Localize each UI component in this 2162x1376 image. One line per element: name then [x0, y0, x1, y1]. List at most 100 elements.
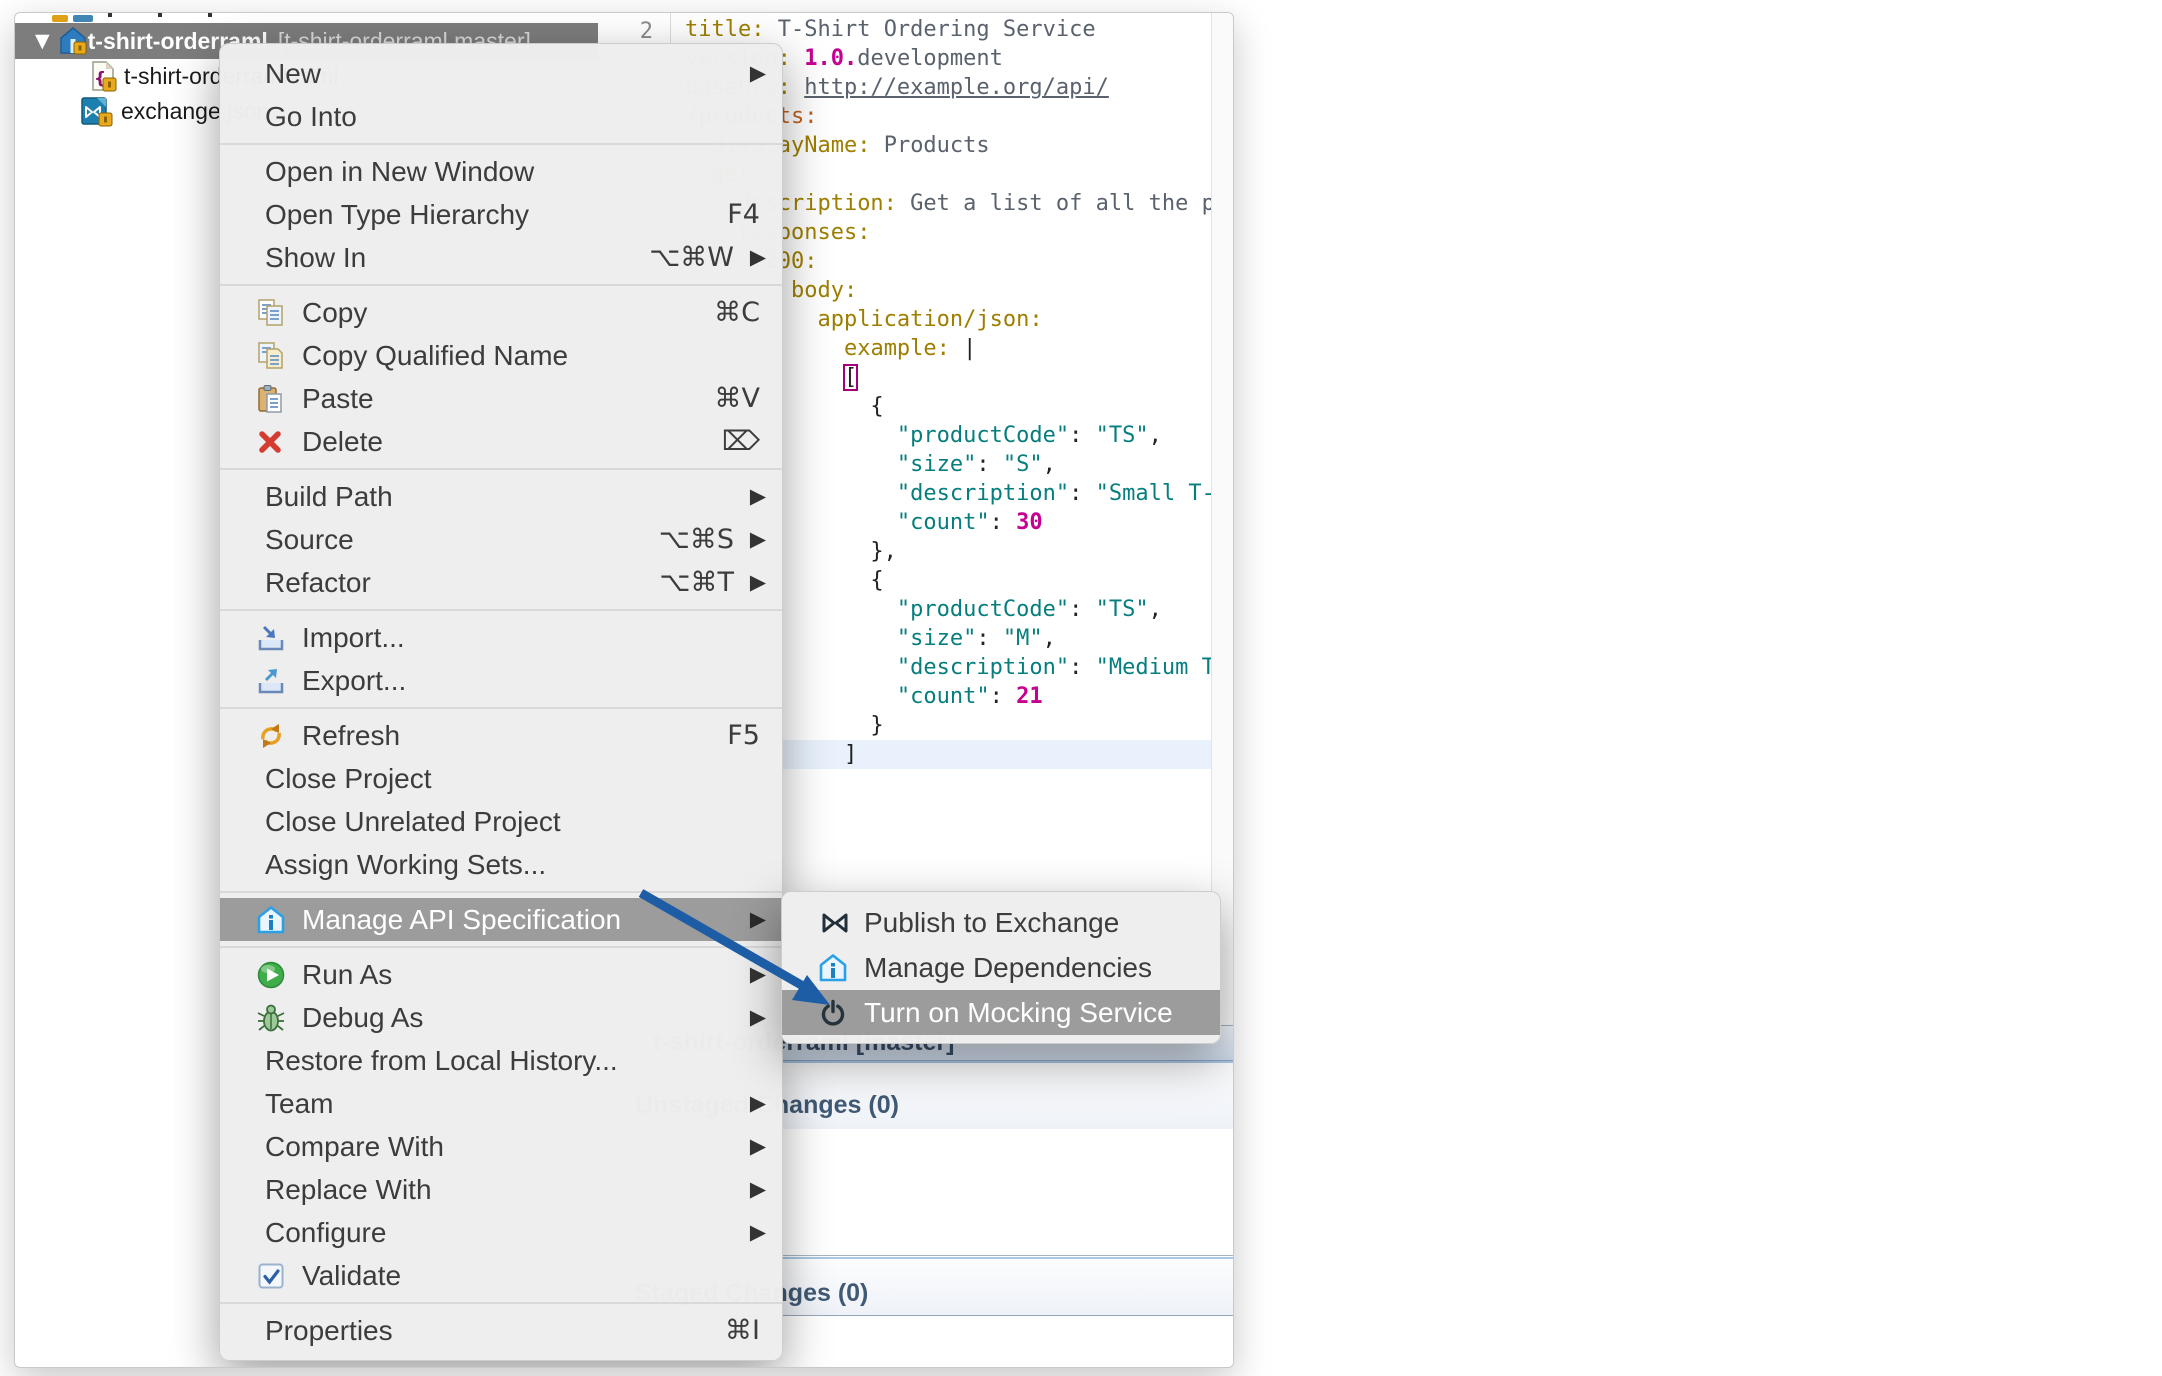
menu-item-shortcut: F4: [727, 193, 760, 236]
menu-separator: [220, 609, 782, 611]
delete-icon: [256, 428, 284, 456]
submenu-arrow-icon: ▶: [750, 1082, 766, 1125]
menu-item-label: Assign Working Sets...: [265, 843, 546, 886]
menu-separator: [220, 143, 782, 145]
menu-item-replace-with[interactable]: Replace With▶: [220, 1168, 782, 1211]
menu-item-label: Build Path: [265, 475, 393, 518]
menu-item-label: Copy: [302, 291, 367, 334]
api-house-icon: [256, 905, 286, 935]
menu-item-delete[interactable]: Delete ⌦: [220, 420, 782, 463]
copy-icon: [256, 298, 286, 328]
menu-item-shortcut: ⌘I: [725, 1309, 760, 1352]
export-icon: [256, 666, 286, 696]
raml-file-icon: {: [88, 61, 118, 93]
menu-item-shortcut: ⌥⌘T: [659, 561, 734, 604]
menu-separator: [220, 1302, 782, 1304]
menu-item-label: Configure: [265, 1211, 386, 1254]
base-uri-link[interactable]: http://example.org/api/: [804, 75, 1109, 100]
menu-item-go-into[interactable]: Go Into: [220, 95, 782, 138]
submenu-arrow-icon: ▶: [750, 518, 766, 561]
clipped-tree-row: [208, 13, 212, 17]
menu-item-refactor[interactable]: Refactor⌥⌘T▶: [220, 561, 782, 604]
checkbox-icon: [256, 1261, 286, 1291]
menu-item-label: Team: [265, 1082, 333, 1125]
submenu-arrow-icon: ▶: [750, 1125, 766, 1168]
menu-item-label: Restore from Local History...: [265, 1039, 618, 1082]
paste-icon: [256, 384, 286, 414]
menu-separator: [220, 707, 782, 709]
menu-item-source[interactable]: Source ⌥⌘S ▶: [220, 518, 782, 561]
menu-item-label: Copy Qualified Name: [302, 334, 568, 377]
import-icon: [256, 623, 286, 653]
editor-overview-ruler[interactable]: [1211, 13, 1234, 1029]
exchange-file-icon: [79, 95, 115, 129]
menu-item-shortcut: F5: [727, 714, 760, 757]
menu-item-compare-with[interactable]: Compare With ▶: [220, 1125, 782, 1168]
tree-expand-caret-icon[interactable]: ▼: [35, 30, 50, 52]
studio-window: ▼ t-shirt-orderraml [t-shirt-orderraml m…: [14, 12, 1234, 1368]
menu-item-refresh[interactable]: Refresh F5: [220, 714, 782, 757]
menu-item-label: Refresh: [302, 714, 400, 757]
menu-item-label: Close Unrelated Project: [265, 800, 561, 843]
menu-item-open-type-hierarchy[interactable]: Open Type Hierarchy F4: [220, 193, 782, 236]
menu-item-label: Compare With: [265, 1125, 444, 1168]
menu-item-label: Delete: [302, 420, 383, 463]
menu-item-label: Properties: [265, 1309, 393, 1352]
line-number: 2: [619, 19, 653, 44]
menu-item-team[interactable]: Team ▶: [220, 1082, 782, 1125]
submenu-arrow-icon: ▶: [750, 475, 766, 518]
menu-item-configure[interactable]: Configure▶: [220, 1211, 782, 1254]
menu-item-validate[interactable]: Validate: [220, 1254, 782, 1297]
menu-item-label: Turn on Mocking Service: [864, 990, 1173, 1035]
menu-item-label: Open Type Hierarchy: [265, 193, 529, 236]
menu-item-assign-working-sets[interactable]: Assign Working Sets...: [220, 843, 782, 886]
copy-qualified-icon: [256, 341, 286, 371]
menu-item-label: Validate: [302, 1254, 401, 1297]
menu-item-label: Publish to Exchange: [864, 900, 1119, 945]
menu-item-copy-qualified-name[interactable]: Copy Qualified Name: [220, 334, 782, 377]
menu-item-new[interactable]: New▶: [220, 52, 782, 95]
api-project-icon: [58, 26, 88, 56]
menu-item-import[interactable]: Import...: [220, 616, 782, 659]
menu-item-open-in-new-window[interactable]: Open in New Window: [220, 150, 782, 193]
menu-item-shortcut: ⌦: [722, 420, 760, 463]
project-context-menu: New▶Go IntoOpen in New WindowOpen Type H…: [219, 43, 783, 1361]
menu-item-show-in[interactable]: Show In ⌥⌘W ▶: [220, 236, 782, 279]
clipped-tree-row: [158, 13, 162, 17]
menu-item-export[interactable]: Export...: [220, 659, 782, 702]
menu-item-label: Close Project: [265, 757, 432, 800]
menu-item-label: Manage API Specification: [302, 898, 621, 941]
menu-item-shortcut: ⌥⌘W: [649, 236, 734, 279]
menu-item-shortcut: ⌘V: [715, 377, 760, 420]
menu-item-label: New: [265, 52, 321, 95]
annotation-arrow: [625, 883, 855, 1023]
submenu-arrow-icon: ▶: [750, 236, 766, 279]
debug-icon: [256, 1003, 286, 1033]
menu-item-shortcut: ⌥⌘S: [659, 518, 734, 561]
clipped-tree-row: [108, 13, 112, 17]
menu-item-label: Open in New Window: [265, 150, 534, 193]
menu-item-copy[interactable]: Copy ⌘C: [220, 291, 782, 334]
submenu-arrow-icon: ▶: [750, 561, 766, 604]
menu-item-label: Show In: [265, 236, 366, 279]
menu-item-shortcut: ⌘C: [714, 291, 760, 334]
menu-separator: [220, 468, 782, 470]
menu-item-close-project[interactable]: Close Project: [220, 757, 782, 800]
menu-item-close-unrelated-project[interactable]: Close Unrelated Project: [220, 800, 782, 843]
menu-item-label: Replace With: [265, 1168, 432, 1211]
menu-item-label: Manage Dependencies: [864, 945, 1152, 990]
matched-bracket: [: [844, 365, 857, 390]
menu-item-restore-from-local-history[interactable]: Restore from Local History...: [220, 1039, 782, 1082]
menu-item-label: Paste: [302, 377, 374, 420]
menu-item-label: Source: [265, 518, 354, 561]
menu-separator: [220, 284, 782, 286]
menu-item-build-path[interactable]: Build Path ▶: [220, 475, 782, 518]
menu-item-label: Import...: [302, 616, 405, 659]
menu-item-label: Go Into: [265, 95, 357, 138]
menu-item-properties[interactable]: Properties ⌘I: [220, 1309, 782, 1352]
menu-item-label: Export...: [302, 659, 406, 702]
menu-item-paste[interactable]: Paste ⌘V: [220, 377, 782, 420]
clipped-tree-row: [73, 15, 93, 22]
code-line[interactable]: title: T-Shirt Ordering Service: [685, 15, 1211, 44]
refresh-icon: [256, 721, 286, 751]
